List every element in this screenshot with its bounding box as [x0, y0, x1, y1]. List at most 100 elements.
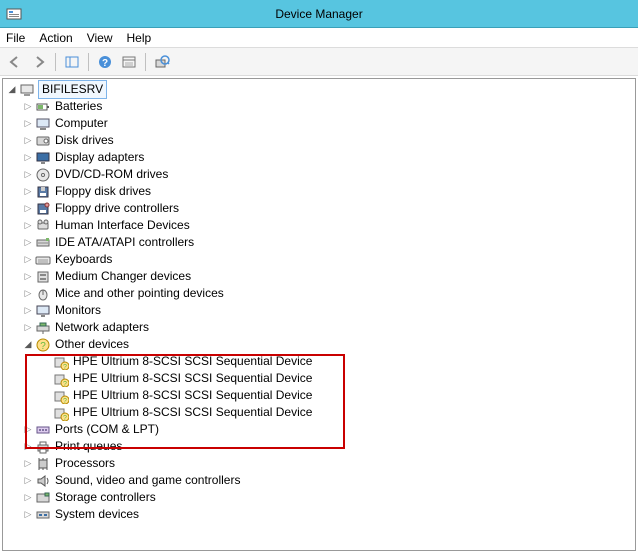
- expand-arrow-icon[interactable]: [21, 438, 35, 455]
- tree-category-label[interactable]: Batteries: [54, 98, 102, 115]
- menu-bar: File Action View Help: [0, 28, 638, 48]
- tree-category[interactable]: Floppy drive controllers: [21, 200, 635, 217]
- tree-category-label[interactable]: Display adapters: [54, 149, 144, 166]
- tree-category[interactable]: Sound, video and game controllers: [21, 472, 635, 489]
- unknown-icon: ?: [53, 354, 69, 370]
- expand-arrow-icon[interactable]: [21, 234, 35, 251]
- window-titlebar: Device Manager: [0, 0, 638, 28]
- tree-category[interactable]: ?Other devices?HPE Ultrium 8-SCSI SCSI S…: [21, 336, 635, 421]
- svg-text:?: ?: [63, 415, 67, 421]
- expand-arrow-icon[interactable]: [21, 285, 35, 302]
- tree-category[interactable]: Storage controllers: [21, 489, 635, 506]
- tree-category[interactable]: Medium Changer devices: [21, 268, 635, 285]
- forward-button[interactable]: [28, 51, 50, 73]
- monitor-icon: [35, 303, 51, 319]
- tree-category-label[interactable]: Disk drives: [54, 132, 114, 149]
- tree-category[interactable]: Monitors: [21, 302, 635, 319]
- tree-category-label[interactable]: System devices: [54, 506, 139, 523]
- tree-category-label[interactable]: Human Interface Devices: [54, 217, 190, 234]
- cpu-icon: [35, 456, 51, 472]
- tree-category-label[interactable]: Other devices: [54, 336, 129, 353]
- help-button[interactable]: ?: [94, 51, 116, 73]
- tree-category-label[interactable]: Network adapters: [54, 319, 149, 336]
- tree-category[interactable]: Floppy disk drives: [21, 183, 635, 200]
- expand-arrow-icon[interactable]: [21, 302, 35, 319]
- tree-device[interactable]: ?HPE Ultrium 8-SCSI SCSI Sequential Devi…: [39, 353, 635, 370]
- tree-category[interactable]: Processors: [21, 455, 635, 472]
- medium-icon: [35, 269, 51, 285]
- tree-device[interactable]: ?HPE Ultrium 8-SCSI SCSI Sequential Devi…: [39, 370, 635, 387]
- tree-category[interactable]: Human Interface Devices: [21, 217, 635, 234]
- tree-category-label[interactable]: Sound, video and game controllers: [54, 472, 240, 489]
- floppy-icon: [35, 184, 51, 200]
- tree-category[interactable]: Ports (COM & LPT): [21, 421, 635, 438]
- tree-device[interactable]: ?HPE Ultrium 8-SCSI SCSI Sequential Devi…: [39, 387, 635, 404]
- computer-icon: [35, 116, 51, 132]
- expand-arrow-icon[interactable]: [21, 115, 35, 132]
- expand-arrow-icon[interactable]: [21, 421, 35, 438]
- tree-category[interactable]: Display adapters: [21, 149, 635, 166]
- tree-root[interactable]: BIFILESRV BatteriesComputerDisk drivesDi…: [3, 81, 635, 523]
- tree-category-label[interactable]: Mice and other pointing devices: [54, 285, 224, 302]
- properties-button[interactable]: [118, 51, 140, 73]
- menu-action[interactable]: Action: [39, 31, 72, 45]
- tree-category-label[interactable]: Floppy disk drives: [54, 183, 151, 200]
- scan-hardware-button[interactable]: [151, 51, 173, 73]
- expand-arrow-icon[interactable]: [21, 149, 35, 166]
- tree-category-label[interactable]: IDE ATA/ATAPI controllers: [54, 234, 194, 251]
- expand-arrow-icon[interactable]: [21, 166, 35, 183]
- tree-device-label[interactable]: HPE Ultrium 8-SCSI SCSI Sequential Devic…: [72, 353, 312, 370]
- svg-text:?: ?: [40, 341, 46, 352]
- device-tree[interactable]: BIFILESRV BatteriesComputerDisk drivesDi…: [2, 78, 636, 551]
- tree-root-label[interactable]: BIFILESRV: [38, 80, 107, 99]
- expand-arrow-icon[interactable]: [21, 98, 35, 115]
- tree-category[interactable]: Batteries: [21, 98, 635, 115]
- tree-device-label[interactable]: HPE Ultrium 8-SCSI SCSI Sequential Devic…: [72, 387, 312, 404]
- show-hide-console-tree-button[interactable]: [61, 51, 83, 73]
- collapse-arrow-icon[interactable]: [21, 336, 35, 353]
- menu-file[interactable]: File: [6, 31, 25, 45]
- expand-arrow-icon[interactable]: [21, 132, 35, 149]
- unknown-icon: ?: [53, 405, 69, 421]
- tree-category[interactable]: Keyboards: [21, 251, 635, 268]
- expand-arrow-icon[interactable]: [21, 200, 35, 217]
- tree-category-label[interactable]: Monitors: [54, 302, 101, 319]
- tree-category[interactable]: Disk drives: [21, 132, 635, 149]
- tree-category-label[interactable]: Medium Changer devices: [54, 268, 191, 285]
- window-title: Device Manager: [275, 7, 362, 21]
- tree-category-label[interactable]: DVD/CD-ROM drives: [54, 166, 168, 183]
- back-button[interactable]: [4, 51, 26, 73]
- menu-view[interactable]: View: [87, 31, 113, 45]
- tree-category[interactable]: Computer: [21, 115, 635, 132]
- tree-device[interactable]: ? HPE Ultrium 8-SCSI SCSI Sequential Devi…: [39, 404, 635, 421]
- tree-category-label[interactable]: Print queues: [54, 438, 122, 455]
- tree-category[interactable]: IDE ATA/ATAPI controllers: [21, 234, 635, 251]
- expand-arrow-icon[interactable]: [5, 81, 19, 98]
- tree-category-label[interactable]: Computer: [54, 115, 108, 132]
- tree-category-label[interactable]: Floppy drive controllers: [54, 200, 179, 217]
- menu-help[interactable]: Help: [127, 31, 152, 45]
- expand-arrow-icon[interactable]: [21, 251, 35, 268]
- tree-category-label[interactable]: Storage controllers: [54, 489, 156, 506]
- tree-device-label[interactable]: HPE Ultrium 8-SCSI SCSI Sequential Devic…: [72, 404, 312, 421]
- tree-device-label[interactable]: HPE Ultrium 8-SCSI SCSI Sequential Devic…: [72, 370, 312, 387]
- expand-arrow-icon[interactable]: [21, 455, 35, 472]
- tree-category[interactable]: Network adapters: [21, 319, 635, 336]
- tree-category-label[interactable]: Processors: [54, 455, 115, 472]
- storage-icon: [35, 490, 51, 506]
- expand-arrow-icon[interactable]: [21, 472, 35, 489]
- tree-category-label[interactable]: Ports (COM & LPT): [54, 421, 159, 438]
- other-icon: ?: [35, 337, 51, 353]
- expand-arrow-icon[interactable]: [21, 268, 35, 285]
- tree-category[interactable]: System devices: [21, 506, 635, 523]
- expand-arrow-icon[interactable]: [21, 489, 35, 506]
- tree-category[interactable]: Print queues: [21, 438, 635, 455]
- tree-category-label[interactable]: Keyboards: [54, 251, 112, 268]
- tree-category[interactable]: DVD/CD-ROM drives: [21, 166, 635, 183]
- tree-category[interactable]: Mice and other pointing devices: [21, 285, 635, 302]
- expand-arrow-icon[interactable]: [21, 217, 35, 234]
- ide-icon: [35, 235, 51, 251]
- expand-arrow-icon[interactable]: [21, 319, 35, 336]
- expand-arrow-icon[interactable]: [21, 506, 35, 523]
- expand-arrow-icon[interactable]: [21, 183, 35, 200]
